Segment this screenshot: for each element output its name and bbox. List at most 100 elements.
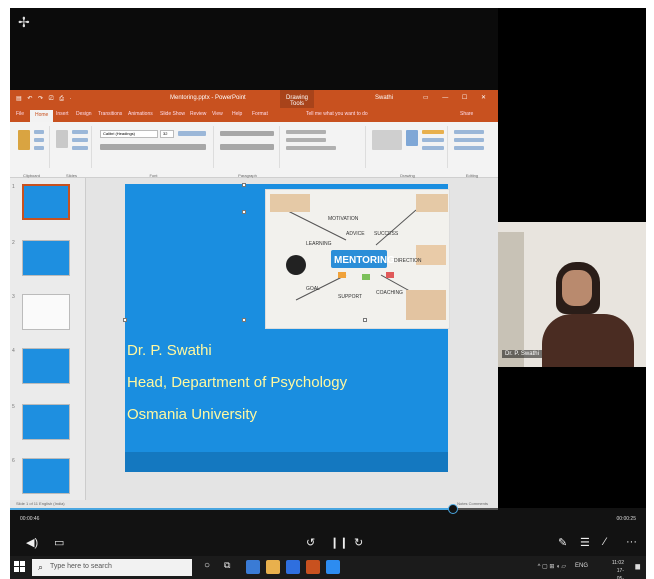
group-text-direction bbox=[282, 126, 366, 168]
smartart-icon[interactable] bbox=[286, 146, 336, 150]
cortana-icon[interactable]: ○ bbox=[204, 560, 218, 574]
user-name[interactable]: Swathi bbox=[375, 95, 393, 101]
group-font: Calibri (Headings) 32 Font bbox=[94, 126, 214, 178]
quick-access-toolbar[interactable]: ▤ ↶ ↷ ⎚ ⎙ · bbox=[16, 95, 74, 103]
cut-icon[interactable] bbox=[34, 130, 44, 134]
elapsed-time: 00:00:46 bbox=[20, 516, 40, 522]
tab-transitions[interactable]: Transitions bbox=[98, 111, 122, 117]
taskbar-meeting-app-icon[interactable] bbox=[326, 560, 340, 574]
tab-help[interactable]: Help bbox=[232, 111, 242, 117]
pen-icon[interactable]: ✎ bbox=[558, 536, 567, 549]
taskbar-search-box[interactable]: ⌕ Type here to search bbox=[32, 559, 192, 576]
tab-design[interactable]: Design bbox=[76, 111, 92, 117]
language-indicator[interactable]: ENG bbox=[575, 563, 588, 569]
shape-outline-icon[interactable] bbox=[422, 138, 444, 142]
magic-wand-icon[interactable]: ⁄ bbox=[604, 536, 606, 548]
webcam-tile[interactable]: Dr. P. Swathi bbox=[498, 222, 646, 367]
select-icon[interactable] bbox=[454, 146, 484, 150]
thumb-number: 3 bbox=[12, 294, 15, 300]
webcam-door bbox=[498, 232, 524, 367]
volume-icon[interactable]: ◀︎) bbox=[26, 536, 38, 549]
shape-effects-icon[interactable] bbox=[422, 146, 444, 150]
resize-handle[interactable] bbox=[363, 318, 367, 322]
shape-fill-icon[interactable] bbox=[422, 130, 444, 134]
list-icon[interactable]: ☰ bbox=[580, 536, 590, 549]
mentoring-illustration: MENTORING MOTIVATION ADVICE LEARNING SUC… bbox=[266, 190, 449, 328]
align-icons[interactable] bbox=[220, 144, 274, 150]
taskbar-app-edge-icon[interactable] bbox=[246, 560, 260, 574]
font-size-box[interactable]: 32 bbox=[160, 130, 174, 138]
text-direction-icon[interactable] bbox=[286, 130, 326, 134]
reset-icon[interactable] bbox=[72, 138, 88, 142]
more-options-icon[interactable]: ··· bbox=[626, 536, 637, 548]
shared-screen-powerpoint: ▤ ↶ ↷ ⎚ ⎙ · Mentoring.pptx - PowerPoint … bbox=[10, 90, 498, 508]
tab-insert[interactable]: Insert bbox=[56, 111, 69, 117]
thumbnail-slide-3[interactable] bbox=[22, 294, 70, 330]
section-icon[interactable] bbox=[72, 146, 88, 150]
tab-animations[interactable]: Animations bbox=[128, 111, 153, 117]
thumb-number: 1 bbox=[12, 184, 15, 190]
search-placeholder: Type here to search bbox=[50, 563, 112, 570]
tab-review[interactable]: Review bbox=[190, 111, 206, 117]
taskbar-word-icon[interactable] bbox=[286, 560, 300, 574]
goal-word: GOAL bbox=[306, 286, 320, 292]
resize-handle[interactable] bbox=[123, 318, 127, 322]
current-slide[interactable]: MENTORING MOTIVATION ADVICE LEARNING SUC… bbox=[123, 183, 450, 472]
thumb-number: 5 bbox=[12, 404, 15, 410]
align-text-icon[interactable] bbox=[286, 138, 326, 142]
ppt-statusbar: Slide 1 of 11 English (India) Notes Comm… bbox=[10, 500, 498, 508]
arrange-icon[interactable] bbox=[406, 130, 418, 146]
font-name-box[interactable]: Calibri (Headings) bbox=[100, 130, 158, 138]
clock[interactable]: 11:02 17-05-2021 bbox=[612, 559, 624, 579]
find-icon[interactable] bbox=[454, 130, 484, 134]
clock-date: 17-05-2021 bbox=[616, 568, 624, 579]
taskbar-file-explorer-icon[interactable] bbox=[266, 560, 280, 574]
status-right[interactable]: Notes Comments bbox=[457, 501, 488, 506]
slide-workarea: 1 2 3 4 5 6 MENTORING MOTIVATION ADVICE … bbox=[10, 178, 498, 500]
font-grow-icons[interactable] bbox=[178, 131, 206, 136]
font-format-icons[interactable] bbox=[100, 144, 206, 150]
thumbnail-slide-1[interactable] bbox=[22, 184, 70, 220]
group-clipboard: Clipboard bbox=[14, 126, 50, 178]
thumbnail-slide-2[interactable] bbox=[22, 240, 70, 276]
captions-icon[interactable]: ▭ bbox=[54, 536, 64, 549]
tray-icons[interactable]: ^ ▢ ⊞ ◖ ⏥ bbox=[538, 563, 566, 570]
progress-track[interactable] bbox=[10, 504, 498, 514]
mentoring-word: MENTORING bbox=[334, 255, 395, 266]
success-word: SUCCESS bbox=[374, 231, 399, 237]
mentoring-image[interactable]: MENTORING MOTIVATION ADVICE LEARNING SUC… bbox=[265, 189, 450, 329]
window-controls[interactable]: ▭ — ☐ ✕ bbox=[423, 94, 492, 101]
tab-format[interactable]: Format bbox=[252, 111, 268, 117]
tab-slide-show[interactable]: Slide Show bbox=[160, 111, 185, 117]
pause-icon[interactable]: ❙❙ bbox=[330, 536, 348, 549]
new-slide-icon[interactable] bbox=[56, 130, 68, 148]
thumb-number: 2 bbox=[12, 240, 15, 246]
copy-icon[interactable] bbox=[34, 138, 44, 142]
format-painter-icon[interactable] bbox=[34, 146, 44, 150]
progress-knob[interactable] bbox=[448, 504, 458, 514]
tab-view[interactable]: View bbox=[212, 111, 223, 117]
resize-handle[interactable] bbox=[242, 183, 246, 187]
resize-handle[interactable] bbox=[242, 210, 246, 214]
tell-me-box[interactable]: Tell me what you want to do bbox=[306, 111, 368, 117]
search-icon: ⌕ bbox=[38, 562, 44, 572]
shapes-gallery[interactable] bbox=[372, 130, 402, 150]
back-arrow-icon[interactable]: ✢ bbox=[18, 14, 30, 31]
rewind-icon[interactable]: ↺ bbox=[306, 536, 315, 549]
paste-icon[interactable] bbox=[18, 130, 30, 150]
replace-icon[interactable] bbox=[454, 138, 484, 142]
thumbnail-slide-5[interactable] bbox=[22, 404, 70, 440]
layout-icon[interactable] bbox=[72, 130, 88, 134]
thumbnail-slide-6[interactable] bbox=[22, 458, 70, 494]
notification-icon[interactable]: ▆ bbox=[635, 563, 640, 570]
forward-icon[interactable]: ↻ bbox=[354, 536, 363, 549]
resize-handle[interactable] bbox=[242, 318, 246, 322]
tab-home[interactable]: Home bbox=[30, 110, 54, 122]
task-view-icon[interactable]: ⧉ bbox=[224, 560, 238, 574]
share-button[interactable]: Share bbox=[460, 111, 473, 117]
tab-file[interactable]: File bbox=[16, 111, 24, 117]
list-icons[interactable] bbox=[220, 131, 274, 136]
taskbar-powerpoint-icon[interactable] bbox=[306, 560, 320, 574]
windows-start-icon[interactable] bbox=[14, 561, 26, 573]
thumbnail-slide-4[interactable] bbox=[22, 348, 70, 384]
